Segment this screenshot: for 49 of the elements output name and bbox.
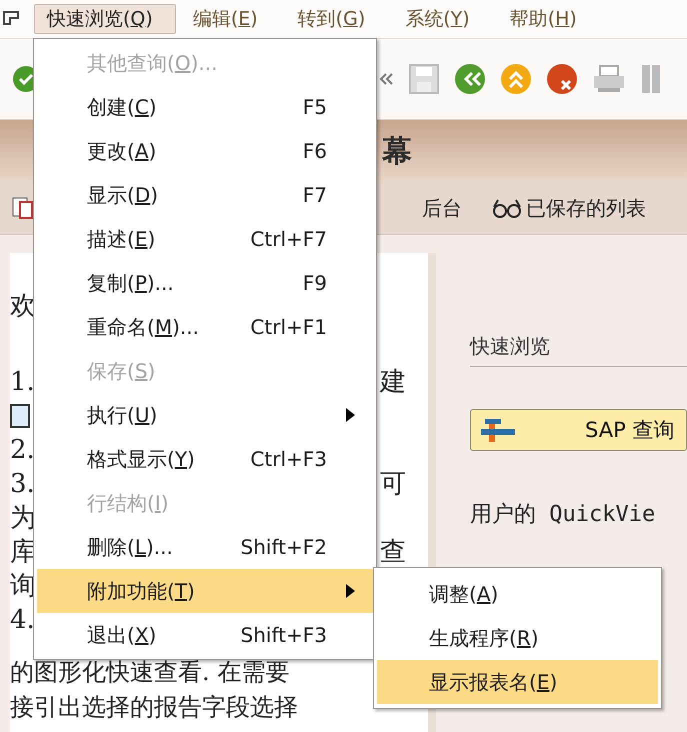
menu-bar-item[interactable]: 快速浏览(Q) <box>34 4 176 34</box>
menu-item[interactable]: 附加功能(T) <box>37 569 373 613</box>
menu-item[interactable]: 格式显示(Y) Ctrl+F3 <box>37 437 373 481</box>
printer-icon[interactable] <box>592 64 626 94</box>
toolbar-button[interactable]: 已保存的列表 <box>492 194 646 222</box>
up-icon[interactable] <box>500 63 532 95</box>
text-fragment: 建 <box>380 369 406 395</box>
sap-query-button[interactable]: SAP 查询 <box>470 409 687 451</box>
menu-item[interactable]: 退出(X) Shift+F3 <box>37 613 373 657</box>
menu-bar-item[interactable]: 转到(G) <box>284 4 388 34</box>
menu-item[interactable]: 生成程序(R) <box>377 616 658 660</box>
menu-item[interactable]: 删除(L)... Shift+F2 <box>37 525 373 569</box>
menu-item[interactable]: 执行(U) <box>37 393 373 437</box>
text-fragment: 查 <box>380 539 406 565</box>
glasses-icon <box>492 197 522 219</box>
menu-item[interactable]: 调整(A) <box>377 572 658 616</box>
menu-item[interactable]: 创建(C) F5 <box>37 85 373 129</box>
paragraph-line: 的图形化快速查看. 在需要 <box>10 659 290 686</box>
section-label: 快速浏览 <box>470 333 687 367</box>
menu-item[interactable]: 描述(E) Ctrl+F7 <box>37 217 373 261</box>
menu-bar-item[interactable]: 系统(Y) <box>392 4 493 34</box>
menu-bar-item[interactable]: 编辑(E) <box>180 4 281 34</box>
text-fragment: 1. <box>10 369 35 395</box>
text-fragment: 2. <box>10 437 35 463</box>
save-icon[interactable] <box>408 63 440 95</box>
description-text: 用户的 QuickVie <box>470 501 656 529</box>
checkbox-icon[interactable] <box>12 197 34 219</box>
submenu-arrow-icon <box>345 584 355 598</box>
toolbar-button[interactable]: 后台 <box>422 194 462 222</box>
text-fragment: 4. <box>10 607 35 633</box>
menu-item[interactable]: 更改(A) F6 <box>37 129 373 173</box>
menu-icon[interactable] <box>2 10 22 26</box>
document-icon <box>10 404 30 428</box>
back-icon[interactable] <box>454 63 486 95</box>
text-fragment: 3. <box>10 471 35 497</box>
menu-item[interactable]: 复制(P)... F9 <box>37 261 373 305</box>
text-fragment: 欢 <box>10 293 36 319</box>
menu-item[interactable]: 显示(D) F7 <box>37 173 373 217</box>
menu-bar-item[interactable]: 帮助(H) <box>496 4 600 34</box>
tools-icon <box>481 417 515 443</box>
cancel-icon[interactable] <box>546 63 578 95</box>
double-chevron-icon[interactable] <box>378 71 394 87</box>
text-fragment: 可 <box>380 471 406 497</box>
menu-item[interactable]: 重命名(M)... Ctrl+F1 <box>37 305 373 349</box>
submenu-arrow-icon <box>345 408 355 422</box>
paragraph-line: 接引出选择的报告字段选择 <box>10 694 298 721</box>
screen-title: 幕 <box>382 132 412 170</box>
menu-item[interactable]: 显示报表名(E) <box>377 660 658 704</box>
text-fragment: 库 <box>10 539 36 565</box>
